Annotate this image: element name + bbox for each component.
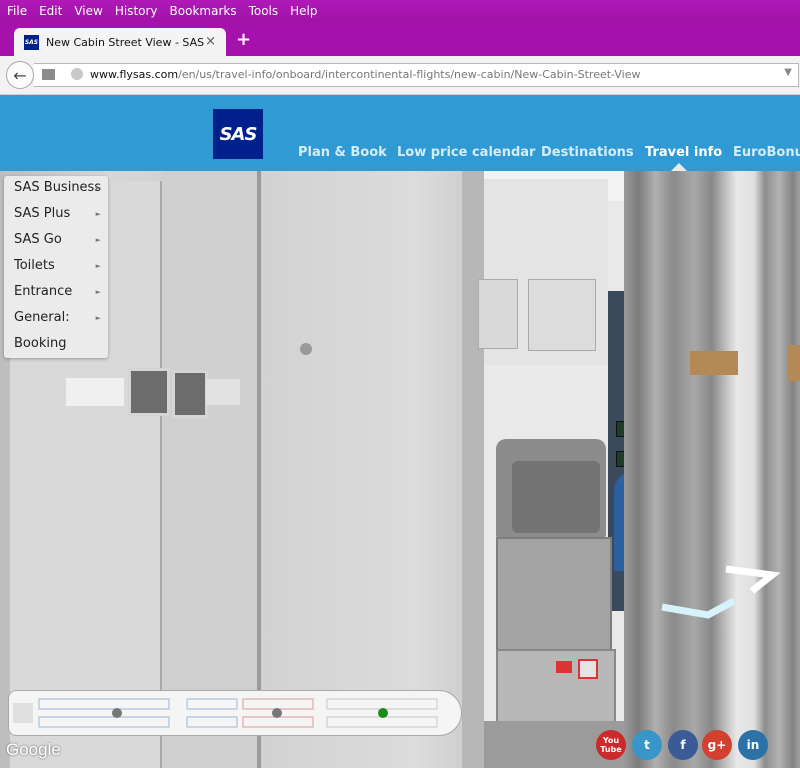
- menu-edit[interactable]: Edit: [39, 4, 62, 18]
- back-arrow-icon: ←: [13, 65, 27, 85]
- business-section: [38, 698, 238, 728]
- curtain-tie: [690, 351, 738, 375]
- nav-destinations[interactable]: Destinations: [541, 145, 634, 160]
- url-path: /en/us/travel-info/onboard/intercontinen…: [178, 68, 641, 81]
- new-tab-button[interactable]: +: [236, 29, 251, 50]
- menu-item-sas-plus[interactable]: SAS Plus ►: [4, 202, 108, 228]
- nav-low-price-calendar[interactable]: Low price calendar: [397, 145, 535, 160]
- submenu-arrow-icon: ►: [95, 288, 101, 296]
- nav-eurobonus[interactable]: EuroBonus: [733, 145, 800, 160]
- seat-row: [326, 716, 438, 728]
- menu-item-sas-go[interactable]: SAS Go ►: [4, 228, 108, 254]
- close-tab-icon[interactable]: ×: [205, 34, 216, 49]
- seat-row: [38, 698, 170, 710]
- url-text[interactable]: www.flysas.com/en/us/travel-info/onboard…: [90, 68, 640, 81]
- menu-help[interactable]: Help: [290, 4, 317, 18]
- seat-row: [186, 716, 238, 728]
- menu-item-sas-business[interactable]: SAS Business ►: [4, 176, 108, 202]
- galley-stand: [496, 537, 612, 653]
- wall-sign: [66, 378, 124, 406]
- navigation-bar: ← www.flysas.com/en/us/travel-info/onboa…: [0, 56, 800, 95]
- street-view-panorama[interactable]: [0, 171, 800, 768]
- cockpit-area: [13, 703, 33, 723]
- submenu-arrow-icon: ►: [95, 184, 101, 192]
- tab-title: New Cabin Street View - SAS: [46, 35, 205, 49]
- globe-icon: [71, 68, 83, 80]
- facebook-icon[interactable]: f: [668, 730, 698, 760]
- cabin-wall-middle: [262, 171, 484, 768]
- warning-label: [578, 659, 598, 679]
- submenu-arrow-icon: ►: [95, 210, 101, 218]
- seat-map-graphic: [13, 698, 438, 728]
- tab-groups-icon[interactable]: [42, 69, 55, 80]
- panorama-location-menu: SAS Business ► SAS Plus ► SAS Go ► Toile…: [4, 176, 108, 358]
- menu-item-label: SAS Go: [14, 232, 62, 247]
- seat-row: [326, 698, 438, 710]
- menu-item-label: General:: [14, 310, 70, 325]
- door-knob: [300, 343, 312, 355]
- nav-plan-book[interactable]: Plan & Book: [298, 145, 387, 160]
- seat-row: [242, 698, 314, 710]
- menu-item-label: Booking: [14, 336, 67, 351]
- youtube-icon[interactable]: You Tube: [596, 730, 626, 760]
- sas-logo[interactable]: SAS: [213, 109, 263, 159]
- history-dropdown-icon[interactable]: ▼: [784, 67, 792, 78]
- jump-seat-back: [512, 461, 600, 533]
- menu-item-toilets[interactable]: Toilets ►: [4, 254, 108, 280]
- navigation-arrows: [661, 565, 781, 619]
- tab-strip: SAS New Cabin Street View - SAS × +: [0, 22, 800, 56]
- closet-panel: [162, 171, 261, 768]
- seat-row: [38, 716, 170, 728]
- minimap-current-location-marker[interactable]: [378, 708, 388, 718]
- menu-history[interactable]: History: [115, 4, 158, 18]
- menu-file[interactable]: File: [7, 4, 27, 18]
- sas-favicon-icon: SAS: [24, 34, 39, 50]
- door-edge: [462, 171, 484, 768]
- galley-cart: [496, 649, 616, 725]
- menu-tools[interactable]: Tools: [249, 4, 279, 18]
- menu-item-label: SAS Business: [14, 180, 102, 195]
- closet-handle: [172, 370, 208, 418]
- tab-current[interactable]: SAS New Cabin Street View - SAS ×: [14, 28, 226, 56]
- closet-handle: [128, 368, 170, 416]
- cabin-curtain: [624, 171, 800, 768]
- seat-row: [242, 716, 314, 728]
- submenu-arrow-icon: ►: [95, 236, 101, 244]
- galley-panel: [528, 279, 596, 351]
- menu-item-general[interactable]: General: ►: [4, 306, 108, 332]
- menu-bookmarks[interactable]: Bookmarks: [170, 4, 237, 18]
- menu-item-label: SAS Plus: [14, 206, 71, 221]
- move-back-arrow-icon[interactable]: [661, 597, 736, 619]
- nav-travel-info[interactable]: Travel info: [645, 145, 722, 160]
- active-nav-caret-icon: [671, 163, 687, 171]
- linkedin-icon[interactable]: in: [738, 730, 768, 760]
- warning-label: [556, 661, 572, 673]
- twitter-icon[interactable]: t: [632, 730, 662, 760]
- menu-item-booking[interactable]: Booking: [4, 332, 108, 358]
- site-header: SAS Plan & Book Low price calendar Desti…: [0, 95, 800, 171]
- menu-item-entrance[interactable]: Entrance ►: [4, 280, 108, 306]
- galley-panel: [478, 279, 518, 349]
- minimap-location-marker[interactable]: [112, 708, 122, 718]
- menu-view[interactable]: View: [74, 4, 102, 18]
- wall-sign: [206, 379, 240, 405]
- minimap-location-marker[interactable]: [272, 708, 282, 718]
- move-forward-arrow-icon[interactable]: [725, 565, 781, 594]
- back-button[interactable]: ←: [6, 61, 34, 89]
- browser-menubar: File Edit View History Bookmarks Tools H…: [0, 0, 800, 22]
- url-host: www.flysas.com: [90, 68, 179, 81]
- menu-item-label: Entrance: [14, 284, 73, 299]
- cabin-seat-map[interactable]: [8, 690, 462, 736]
- curtain-tie: [788, 345, 800, 381]
- submenu-arrow-icon: ►: [95, 262, 101, 270]
- google-attribution[interactable]: Google: [6, 740, 61, 760]
- menu-item-label: Toilets: [14, 258, 55, 273]
- seat-row: [186, 698, 238, 710]
- google-plus-icon[interactable]: g+: [702, 730, 732, 760]
- address-bar[interactable]: www.flysas.com/en/us/travel-info/onboard…: [34, 63, 799, 87]
- submenu-arrow-icon: ►: [95, 314, 101, 322]
